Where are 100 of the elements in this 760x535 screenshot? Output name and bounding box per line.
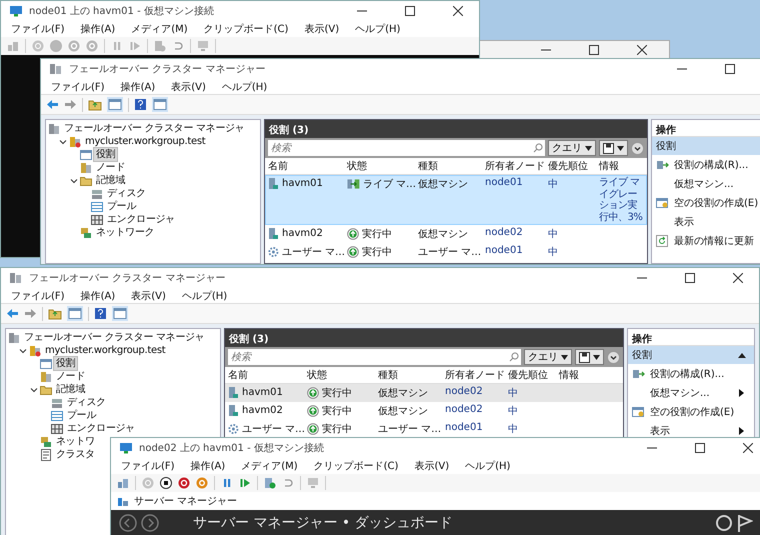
monitor-icon[interactable] [197,40,209,52]
action-link[interactable]: 最新の情報に更新 [674,234,760,248]
checkpoint-icon[interactable] [154,40,166,52]
tree-item[interactable]: ディスク [105,187,148,200]
panel-icon[interactable] [107,97,123,112]
menu-item[interactable]: 表示(V) [171,80,206,94]
tree-item[interactable]: ネットワーク [94,226,156,239]
menu-item[interactable]: クリップボード(C) [314,459,398,473]
tree-item[interactable]: ノード [94,161,128,174]
help-icon[interactable] [94,307,107,320]
menu-item[interactable]: ヘルプ(H) [355,22,400,36]
column-header[interactable]: 所有者ノード [445,368,506,382]
menu-item[interactable]: ヘルプ(H) [222,80,268,94]
forward-arrow-icon[interactable] [64,99,77,110]
tree-item[interactable]: 役割 [94,148,118,161]
save-query-button[interactable] [599,140,628,156]
action-link[interactable]: 役割の構成(R)... [650,366,744,380]
save-query-button[interactable] [575,349,604,365]
flag-icon[interactable] [737,514,753,532]
tree-item[interactable]: フェールオーバー クラスター マネージャ [22,331,206,344]
close-icon[interactable] [743,443,753,453]
menu-item[interactable]: ヘルプ(H) [182,288,228,302]
menu-item[interactable]: ファイル(F) [121,459,175,473]
monitor-icon[interactable] [307,477,319,489]
resume-icon[interactable] [239,477,251,489]
tree-item[interactable]: 記憶域 [54,383,88,396]
search-field[interactable]: 検索 [228,349,507,365]
menu-item[interactable]: ファイル(F) [11,288,65,302]
column-header[interactable]: 名前 [268,159,345,173]
column-header[interactable]: 種類 [418,159,483,173]
ctrl-alt-del-icon[interactable] [117,477,129,489]
table-row[interactable]: havm01 実行中 仮想マシン node02 中 [225,384,623,402]
menu-item[interactable]: 操作(A) [80,22,116,36]
tree-item[interactable]: フェールオーバー クラスター マネージャ [62,122,246,135]
help-icon[interactable] [134,98,147,111]
tree-item[interactable]: プール [65,409,98,422]
chevron-down-icon[interactable] [19,346,27,354]
chevron-down-icon[interactable] [59,138,67,146]
maximize-icon[interactable] [405,6,415,16]
maximize-icon[interactable] [589,45,599,55]
folder-up-icon[interactable] [48,307,62,320]
revert-icon[interactable] [282,477,294,489]
action-link[interactable]: 表示 [650,424,735,438]
tree-item[interactable]: ネットワ [54,435,97,448]
menu-item[interactable]: 操作(A) [80,288,116,302]
tree-item[interactable]: エンクロージャ [65,422,137,435]
tree-item[interactable]: ノード [54,370,88,383]
menu-item[interactable]: メディア(M) [131,22,188,36]
back-arrow-icon[interactable] [46,99,59,110]
panel-icon[interactable] [152,97,168,112]
close-icon[interactable] [637,45,647,55]
actions-section-header[interactable]: 役割 [652,137,760,155]
save-state-icon[interactable] [86,40,98,52]
column-header[interactable]: 種類 [378,368,443,382]
action-link[interactable]: 仮想マシン... [650,386,735,400]
column-header[interactable]: 優先順位 [508,368,557,382]
forward-icon[interactable] [141,514,159,532]
menu-item[interactable]: 表示(V) [304,22,340,36]
revert-icon[interactable] [172,40,184,52]
folder-up-icon[interactable] [88,98,102,111]
panel-icon[interactable] [112,306,128,321]
table-row[interactable]: havm02 実行中 仮想マシン node02 中 [265,225,647,243]
table-row[interactable]: ユーザー マ… 実行中 ユーザー マ… node01 中 [225,420,623,438]
action-link[interactable]: 空の役割の作成(E) [650,404,744,418]
expand-icon[interactable] [631,142,644,154]
expand-icon[interactable] [607,350,620,364]
back-icon[interactable] [119,514,137,532]
table-row[interactable]: ユーザー マ… 実行中 ユーザー マ… node01 中 [265,243,647,261]
close-icon[interactable] [453,6,463,16]
action-link[interactable]: 空の役割の作成(E) [674,196,760,210]
action-link[interactable]: 表示 [674,214,760,228]
save-state-icon[interactable] [196,477,208,489]
menu-item[interactable]: 操作(A) [190,459,226,473]
query-button[interactable]: クエリ [548,140,596,156]
column-header[interactable]: 名前 [228,368,305,382]
collapse-icon[interactable] [738,352,746,358]
maximize-icon[interactable] [685,273,695,283]
menu-item[interactable]: ヘルプ(H) [465,459,510,473]
forward-arrow-icon[interactable] [24,308,37,319]
actions-section-header[interactable]: 役割 [628,346,754,364]
menu-item[interactable]: メディア(M) [241,459,298,473]
tree-item[interactable]: クラスタ [54,448,97,461]
back-arrow-icon[interactable] [6,308,19,319]
chevron-down-icon[interactable] [30,386,38,394]
menu-item[interactable]: ファイル(F) [51,80,105,94]
shutdown-icon[interactable] [178,477,190,489]
close-icon[interactable] [733,273,743,283]
panel-icon[interactable] [67,306,83,321]
action-link[interactable]: 役割の構成(R)... [674,158,760,172]
tree-item[interactable]: mycluster.workgroup.test [43,344,168,357]
column-header[interactable]: 情報 [599,159,644,173]
column-header[interactable]: 状態 [307,368,376,382]
column-header[interactable]: 状態 [347,159,416,173]
tree-item[interactable]: 記憶域 [94,174,128,187]
table-row[interactable]: havm01 ライブ マ… 仮想マシン node01 中 ライブ マイグレーション実行中、3% [265,175,647,225]
menu-item[interactable]: クリップボード(C) [204,22,288,36]
column-header[interactable]: 情報 [559,368,620,382]
tree-item[interactable]: エンクロージャ [105,213,177,226]
search-field[interactable]: 検索 [268,140,531,156]
column-header[interactable]: 所有者ノード [485,159,546,173]
